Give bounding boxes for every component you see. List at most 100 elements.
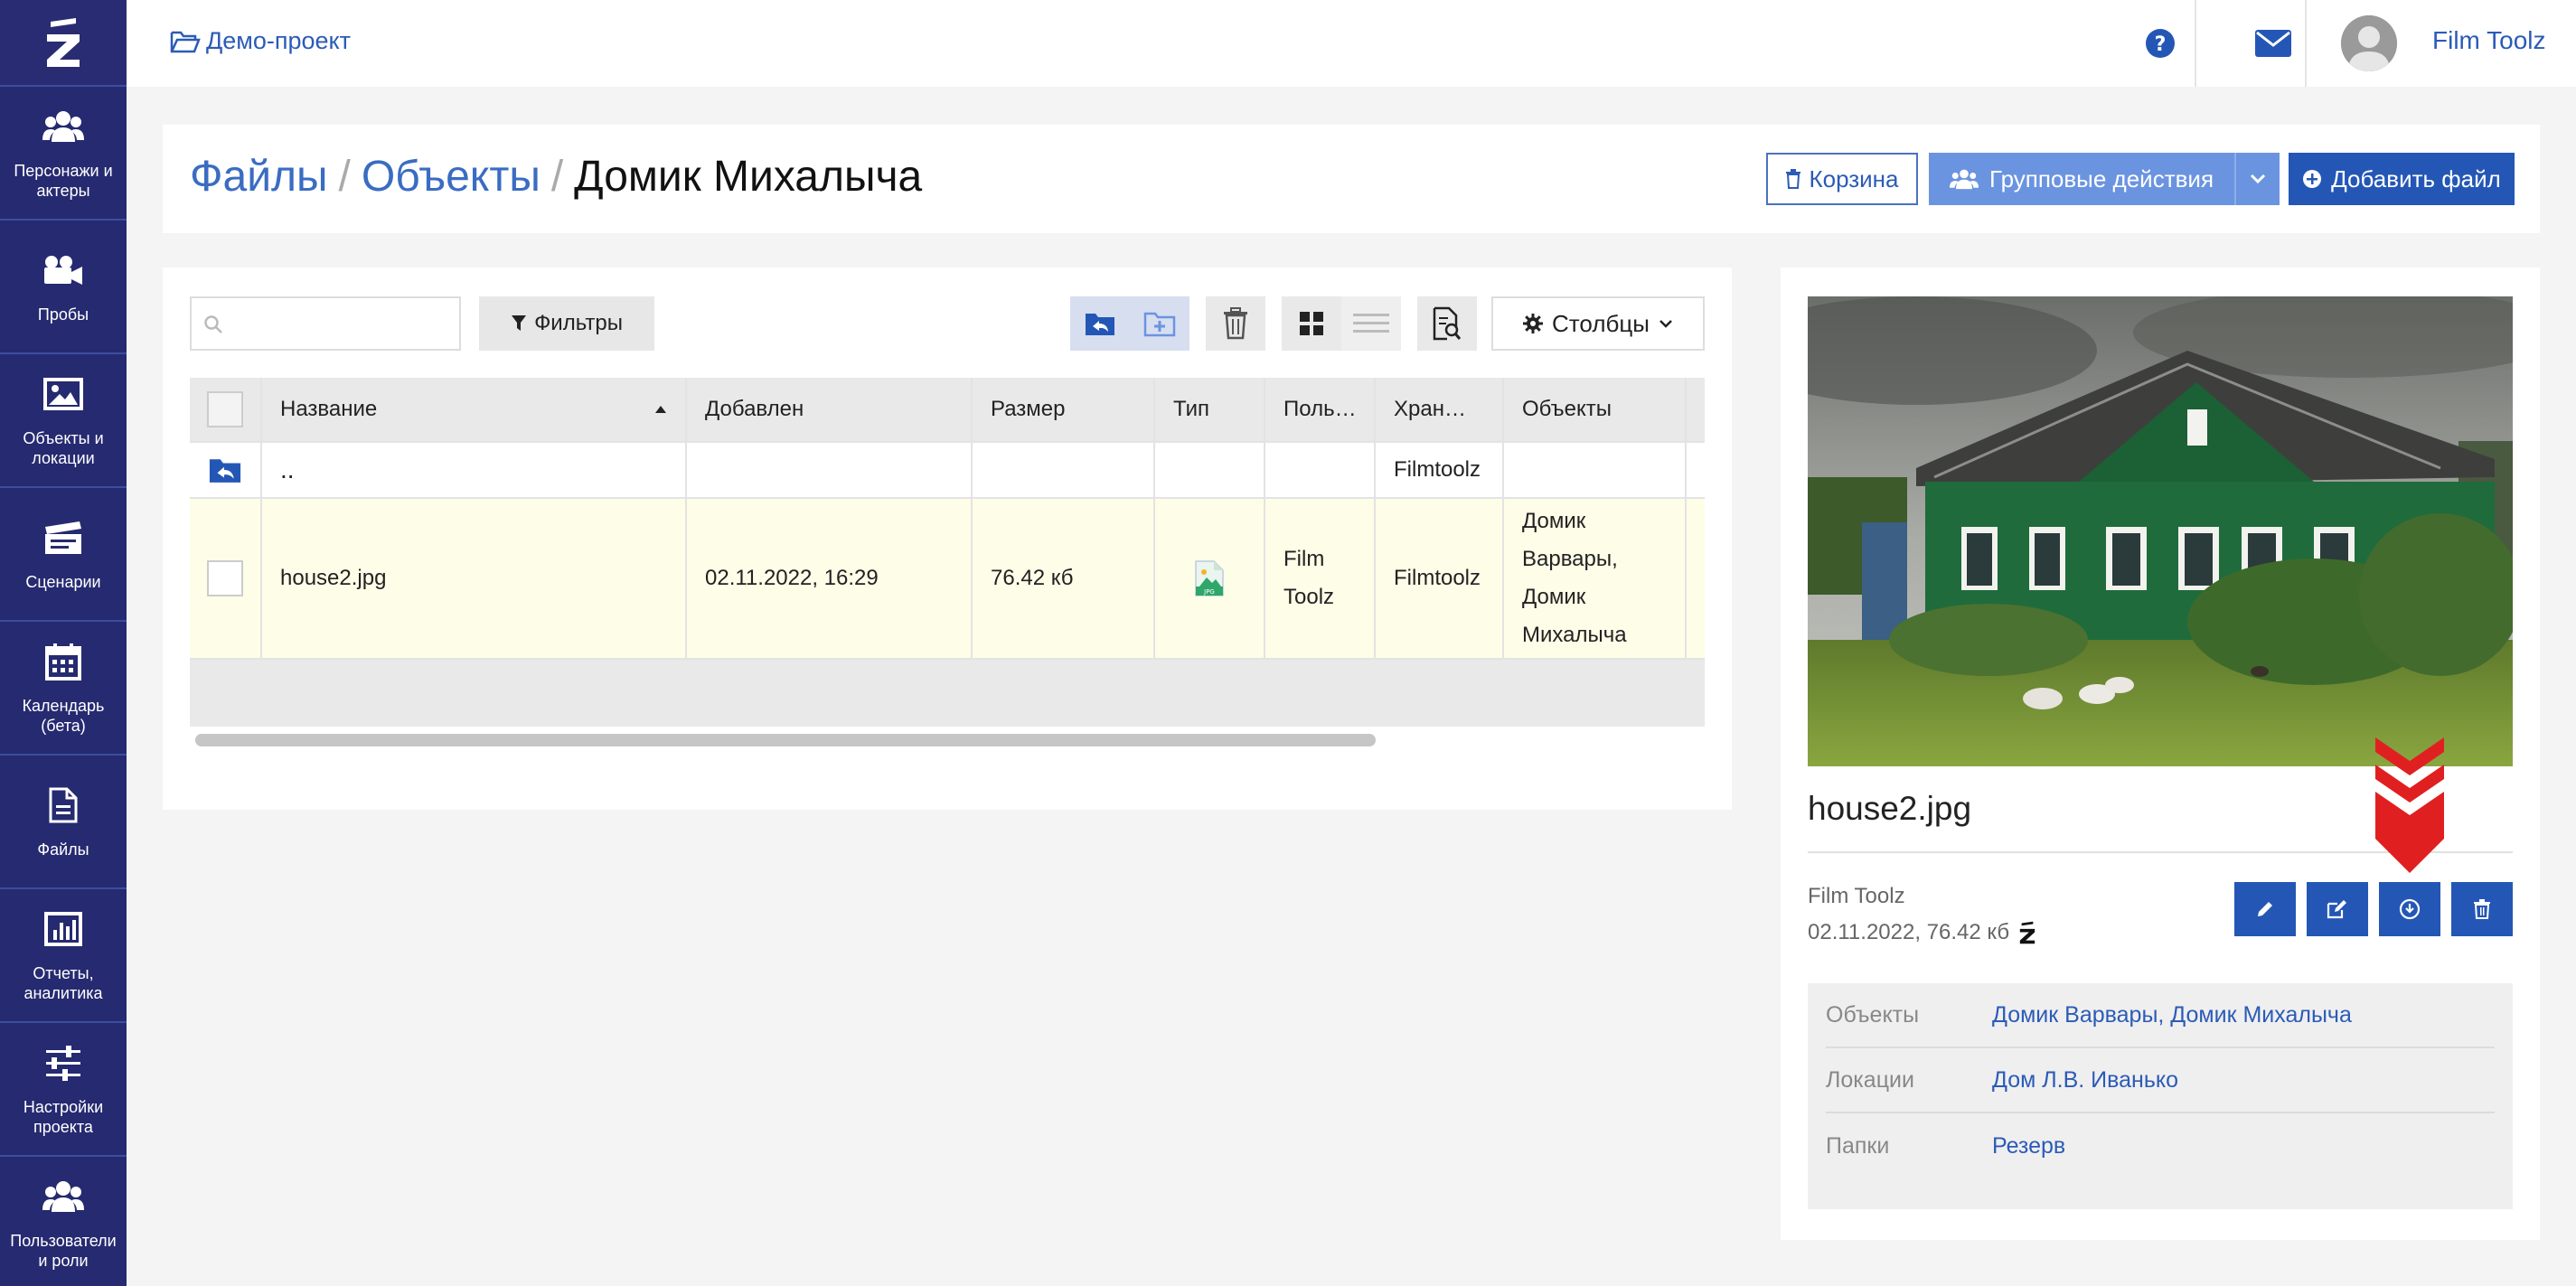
parent-folder-name: .. [262, 443, 687, 497]
column-header-name[interactable]: Название [262, 378, 687, 441]
sliders-icon [42, 1041, 85, 1084]
detail-file-name: house2.jpg [1808, 790, 1972, 827]
trash-icon [1224, 307, 1247, 340]
download-file-button[interactable] [2379, 882, 2440, 936]
info-key: Объекты [1826, 1001, 1920, 1028]
horizontal-scrollbar[interactable] [195, 734, 1376, 746]
info-key: Локации [1826, 1066, 1914, 1093]
sidebar-item-reports[interactable]: Отчеты, аналитика [0, 889, 127, 1023]
file-name-cell[interactable]: house2.jpg [262, 499, 687, 658]
file-preview-button[interactable] [1417, 296, 1477, 351]
sidebar-item-users[interactable]: Пользователи и роли [0, 1157, 127, 1286]
help-button[interactable]: ? [2124, 0, 2196, 87]
sidebar-item-calendar[interactable]: Календарь (бета) [0, 622, 127, 756]
file-type-label: JPG [1203, 588, 1215, 596]
list-view-icon [1353, 314, 1389, 333]
select-all-checkbox[interactable] [207, 391, 243, 427]
column-header-type[interactable]: Тип [1155, 378, 1265, 441]
table-header-row: Название Добавлен Размер Тип Поль… Хран…… [190, 378, 1705, 443]
sidebar-item-label: Пробы [37, 305, 89, 324]
delete-selected-button[interactable] [1206, 296, 1265, 351]
group-actions-dropdown-button[interactable] [2234, 153, 2280, 205]
info-value-link[interactable]: Резерв [1992, 1133, 2065, 1159]
user-name-link[interactable]: Film Toolz [2432, 26, 2546, 55]
breadcrumb-separator: / [550, 153, 564, 201]
download-circle-icon [2399, 898, 2421, 920]
project-selector[interactable]: Демо-проект [170, 27, 351, 55]
search-input[interactable] [190, 296, 461, 351]
file-added-cell: 02.11.2022, 16:29 [687, 499, 973, 658]
select-all-checkbox-cell[interactable] [190, 378, 262, 441]
app-logo[interactable] [0, 0, 127, 87]
sidebar-item-label: Объекты и локации [23, 429, 104, 467]
house-photo-image [1808, 296, 2513, 766]
sidebar-item-label: Персонажи и актеры [14, 162, 113, 200]
file-type-cell: JPG [1155, 499, 1265, 658]
file-objects-line: Михалыча [1522, 623, 1627, 647]
file-objects-cell: Домик Варвары, Домик Михалыча [1504, 499, 1687, 658]
files-panel: Фильтры Столбцы Название Добавлен Размер… [163, 268, 1732, 810]
sidebar-item-scripts[interactable]: Сценарии [0, 488, 127, 622]
messages-button[interactable] [2233, 0, 2314, 87]
breadcrumb-separator: / [338, 153, 351, 201]
filmtoolz-logo-icon [2019, 921, 2035, 944]
info-row-locations: Локации Дом Л.В. Иванько [1826, 1048, 2495, 1113]
edit-file-button[interactable] [2307, 882, 2368, 936]
row-checkbox-cell[interactable] [190, 499, 262, 658]
file-preview-image[interactable] [1808, 296, 2513, 766]
column-header-extra [1687, 378, 1705, 441]
breadcrumb-files[interactable]: Файлы [190, 153, 328, 201]
sidebar-item-characters[interactable]: Персонажи и актеры [0, 87, 127, 221]
clapperboard-icon [42, 516, 85, 559]
image-icon [42, 372, 85, 416]
info-value-link[interactable]: Домик Варвары, Домик Михалыча [1992, 1002, 2352, 1028]
info-value-link[interactable]: Дом Л.В. Иванько [1992, 1067, 2178, 1094]
column-header-objects[interactable]: Объекты [1504, 378, 1687, 441]
highlight-arrow-icon [2375, 737, 2444, 873]
plus-circle-icon [2303, 170, 2322, 188]
list-view-button[interactable] [1341, 296, 1401, 351]
trash-button[interactable]: Корзина [1766, 153, 1918, 205]
folder-up-button[interactable] [1070, 296, 1130, 351]
file-icon [42, 784, 85, 827]
sidebar-item-files[interactable]: Файлы [0, 756, 127, 889]
grid-view-icon [1300, 312, 1323, 335]
sidebar-item-settings[interactable]: Настройки проекта [0, 1023, 127, 1157]
delete-file-button[interactable] [2451, 882, 2513, 936]
row-checkbox[interactable] [207, 560, 243, 596]
info-row-objects: Объекты Домик Варвары, Домик Михалыча [1826, 983, 2495, 1048]
sidebar-item-objects[interactable]: Объекты и локации [0, 354, 127, 488]
edit-icon [2327, 900, 2346, 919]
column-header-storage[interactable]: Хран… [1376, 378, 1504, 441]
folder-up-icon [1086, 314, 1114, 335]
column-header-size[interactable]: Размер [973, 378, 1155, 441]
column-header-added[interactable]: Добавлен [687, 378, 973, 441]
columns-dropdown-button[interactable]: Столбцы [1491, 296, 1705, 351]
add-file-button[interactable]: Добавить файл [2289, 153, 2515, 205]
table-row[interactable]: house2.jpg 02.11.2022, 16:29 76.42 кб JP… [190, 499, 1705, 660]
folder-open-icon [170, 31, 201, 52]
avatar[interactable] [2341, 15, 2397, 71]
project-name: Демо-проект [206, 27, 352, 54]
table-row-parent-folder[interactable]: .. Filmtoolz [190, 443, 1705, 499]
trash-icon [1786, 169, 1801, 189]
new-folder-button[interactable] [1130, 296, 1189, 351]
file-detail-panel: house2.jpg Film Toolz 02.11.2022, 76.42 … [1781, 268, 2540, 1240]
grid-view-button[interactable] [1282, 296, 1341, 351]
info-row-folders: Папки Резерв [1826, 1113, 2495, 1178]
question-circle-icon: ? [2146, 29, 2175, 58]
rename-file-button[interactable] [2234, 882, 2296, 936]
column-header-user[interactable]: Поль… [1265, 378, 1376, 441]
users-icon [42, 105, 85, 148]
pencil-icon [2258, 902, 2272, 916]
folder-up-icon [209, 459, 241, 483]
breadcrumb-objects[interactable]: Объекты [362, 153, 541, 201]
sort-asc-icon [655, 406, 666, 413]
group-actions-button[interactable]: Групповые действия [1929, 153, 2234, 205]
chevron-down-icon [2250, 174, 2266, 184]
sidebar-item-label: Настройки проекта [23, 1098, 104, 1136]
user-avatar-icon [2341, 15, 2397, 71]
info-key: Папки [1826, 1132, 1890, 1159]
sidebar-item-auditions[interactable]: Пробы [0, 221, 127, 354]
filters-button[interactable]: Фильтры [479, 296, 654, 351]
